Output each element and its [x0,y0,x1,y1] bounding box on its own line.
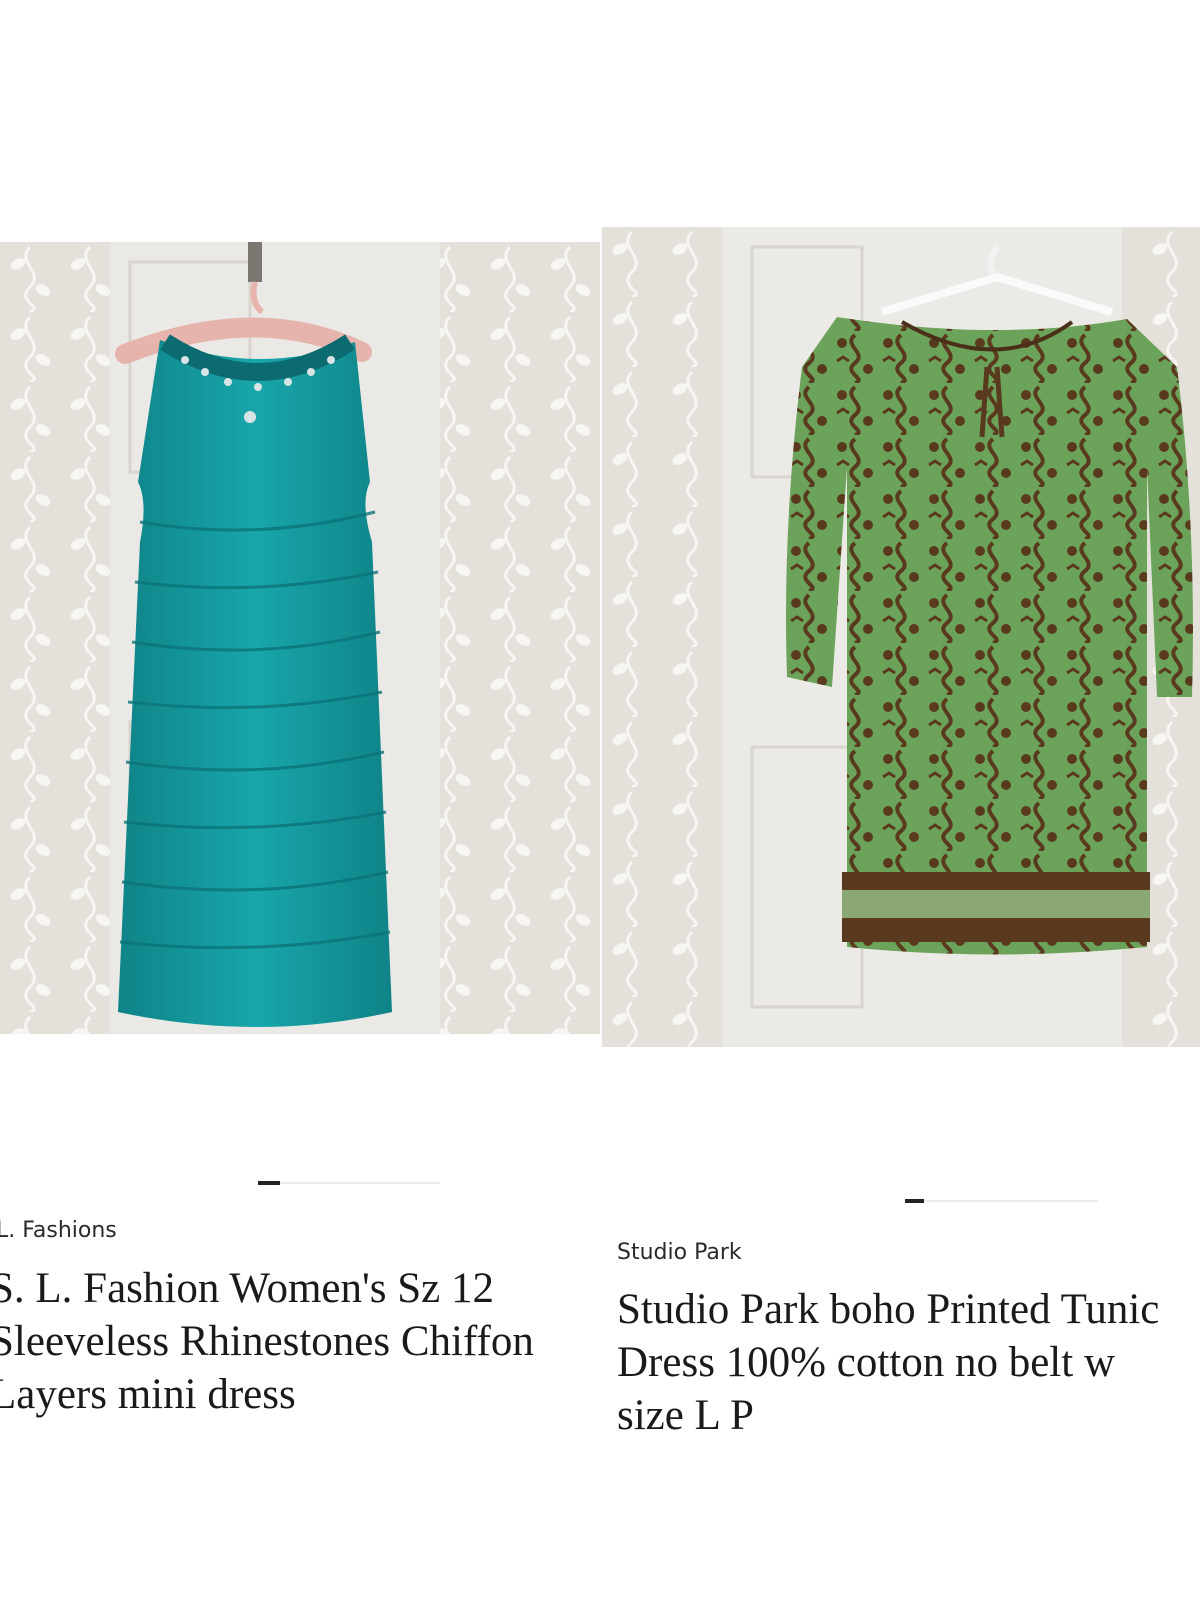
title-line: Studio Park boho Printed Tunic [617,1286,1160,1333]
listing-title[interactable]: S. L. Fashion Women's Sz 12 Sleeveless R… [0,1262,534,1421]
listing-card-1[interactable]: L. Fashions S. L. Fashion Women's Sz 12 … [0,0,600,1600]
carousel-track [905,1200,1099,1202]
teal-dress-photo [0,242,600,1034]
title-line: Dress 100% cotton no belt w [617,1339,1116,1386]
carousel-track [258,1182,440,1184]
title-line: size L P [617,1392,754,1439]
listing-title[interactable]: Studio Park boho Printed Tunic Dress 100… [617,1283,1159,1442]
listing-card-2[interactable]: Studio Park Studio Park boho Printed Tun… [602,0,1200,1600]
image-carousel-indicator [258,1181,440,1185]
carousel-position [905,1199,925,1203]
product-photo[interactable] [602,227,1200,1047]
title-line: Layers mini dress [0,1371,296,1418]
product-photo[interactable] [0,242,600,1034]
brand-name[interactable]: Studio Park [617,1240,742,1265]
image-carousel-indicator [905,1199,1099,1203]
brand-name[interactable]: L. Fashions [0,1218,117,1243]
title-line: Sleeveless Rhinestones Chiffon [0,1318,534,1365]
green-tunic-photo [602,227,1200,1047]
carousel-position [258,1181,280,1185]
title-line: S. L. Fashion Women's Sz 12 [0,1265,494,1312]
